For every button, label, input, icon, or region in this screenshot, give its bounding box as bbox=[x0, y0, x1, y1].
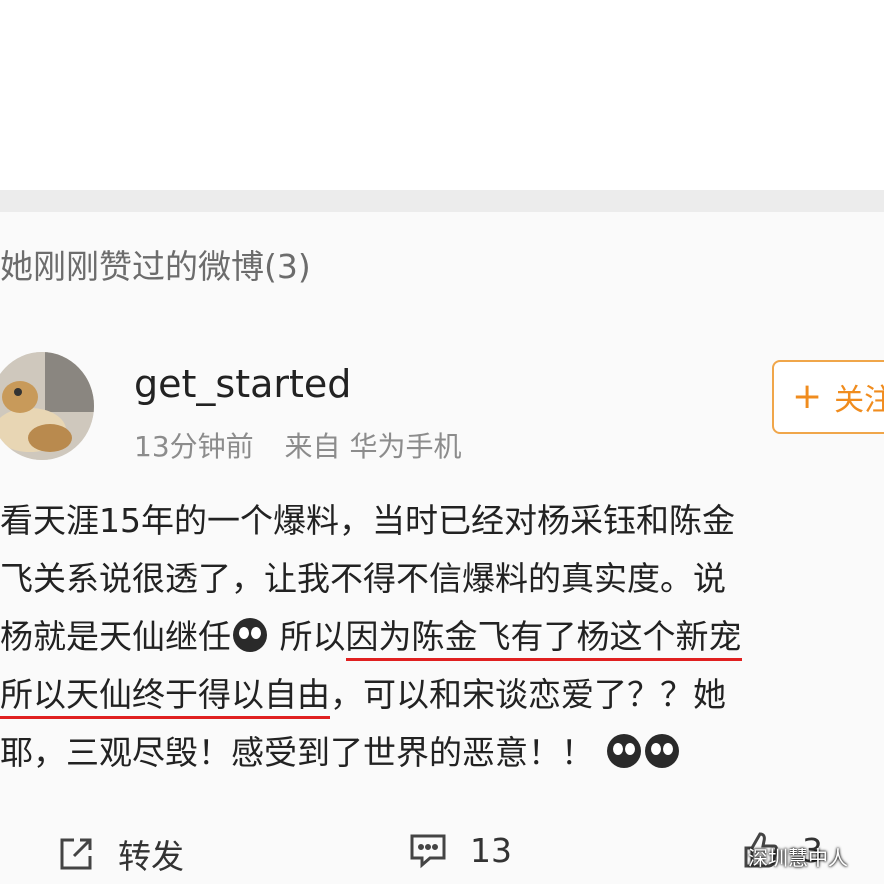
underlined-text: 所以天仙终于得以自由 bbox=[0, 675, 330, 719]
follow-button[interactable]: + 关注 bbox=[772, 360, 884, 434]
blank-area bbox=[0, 0, 884, 190]
crying-emoji-icon bbox=[233, 618, 267, 652]
plus-icon: + bbox=[792, 376, 823, 417]
post-line: 所以天仙终于得以自由，可以和宋谈恋爱了？？她 bbox=[0, 666, 884, 724]
crying-emoji-icon bbox=[644, 734, 679, 768]
comment-button[interactable]: 13 bbox=[408, 830, 512, 870]
post-meta: 13分钟前 来自 华为手机 bbox=[134, 425, 461, 465]
post-line: 看天涯15年的一个爆料，当时已经对杨采钰和陈金 bbox=[0, 501, 735, 540]
follow-label: 关注 bbox=[834, 383, 884, 418]
section-divider bbox=[0, 190, 884, 212]
repost-button[interactable]: 转发 bbox=[56, 830, 184, 878]
post-line: 耶，三观尽毁！感受到了世界的恶意！！ bbox=[0, 724, 884, 782]
share-icon bbox=[60, 838, 92, 870]
comment-icon bbox=[410, 834, 446, 869]
post-time: 13分钟前 bbox=[134, 430, 254, 463]
liked-posts-title[interactable]: 她刚刚赞过的微博(3) bbox=[0, 240, 311, 288]
source-prefix: 来自 bbox=[284, 430, 341, 463]
post-line: 飞关系说很透了，让我不得不信爆料的真实度。说 bbox=[0, 559, 726, 598]
watermark: 深圳慧中人 bbox=[748, 846, 848, 870]
post-line: 杨就是天仙继任 所以因为陈金飞有了杨这个新宠 bbox=[0, 608, 884, 666]
source-device: 华为手机 bbox=[349, 430, 462, 463]
underlined-text: 因为陈金飞有了杨这个新宠 bbox=[345, 617, 742, 661]
repost-label: 转发 bbox=[118, 837, 184, 876]
comment-count: 13 bbox=[470, 830, 512, 870]
post-body[interactable]: 看天涯15年的一个爆料，当时已经对杨采钰和陈金 飞关系说很透了，让我不得不信爆料… bbox=[0, 492, 884, 782]
crying-emoji-icon bbox=[606, 734, 641, 768]
username[interactable]: get_started bbox=[134, 362, 351, 406]
